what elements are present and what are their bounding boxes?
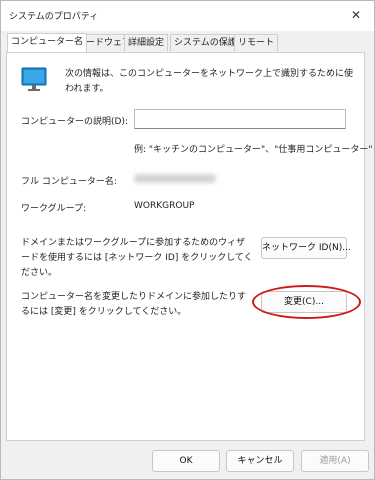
description-label: コンピューターの説明(D): [21, 117, 128, 127]
network-id-text: ドメインまたはワークグループに参加するためのウィザードを使用するには [ネットワ… [21, 238, 253, 278]
workgroup-value: WORKGROUP [134, 201, 195, 211]
cancel-button[interactable]: キャンセル [226, 450, 294, 472]
network-id-button[interactable]: ネットワーク ID(N)... [261, 237, 351, 259]
computer-name-panel: 次の情報は、このコンピューターをネットワーク上で識別するために使われます。 コン… [6, 52, 372, 441]
tab-advanced[interactable]: 詳細設定 [124, 34, 169, 51]
example-text: 例: "キッチンのコンピューター"、"仕事用コンピューター" [134, 145, 373, 155]
tab-remote[interactable]: リモート [234, 34, 279, 51]
description-field[interactable] [134, 109, 346, 129]
change-text: コンピューター名を変更したりドメインに参加したりするには [変更] をクリックし… [21, 292, 247, 317]
computer-monitor-icon [21, 67, 47, 91]
window-title: システムのプロパティ [9, 12, 99, 22]
close-icon[interactable]: ✕ [346, 6, 366, 24]
apply-button[interactable]: 適用(A) [301, 450, 369, 472]
tab-computer-name[interactable]: コンピューター名 [7, 33, 88, 52]
info-text: 次の情報は、このコンピューターをネットワーク上で識別するために使われます。 [65, 69, 354, 94]
change-button[interactable]: 変更(C)... [261, 291, 347, 313]
tab-system-protection[interactable]: システムの保護 [170, 34, 241, 51]
full-name-label: フル コンピューター名: [21, 177, 117, 187]
title-bar: システムのプロパティ ✕ [1, 1, 374, 31]
ok-button[interactable]: OK [152, 450, 220, 472]
workgroup-label: ワークグループ: [21, 204, 87, 214]
system-properties-window: システムのプロパティ ✕ コンピューター名 ハードウェア 詳細設定 システムの保… [0, 0, 375, 480]
full-name-value-redacted [134, 174, 216, 183]
